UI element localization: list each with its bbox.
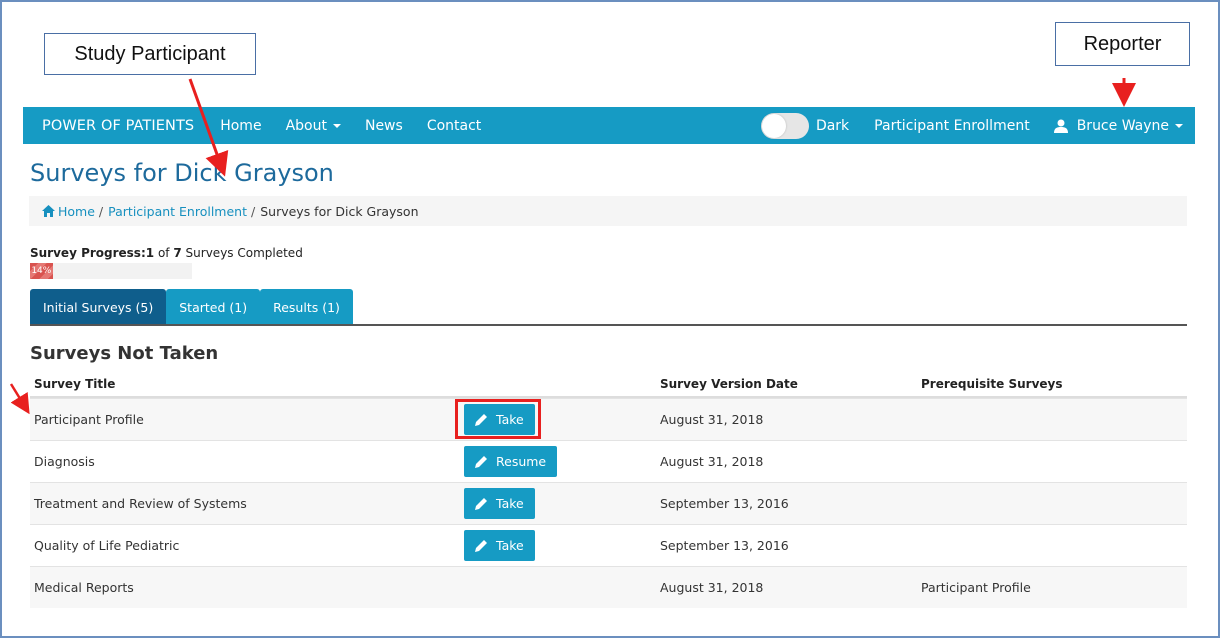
progress-suffix: Surveys Completed: [185, 246, 303, 260]
action-cell: Take: [460, 488, 656, 519]
top-navbar: POWER OF PATIENTS Home About News Contac…: [23, 107, 1195, 144]
take-button[interactable]: Take: [464, 488, 535, 519]
survey-prerequisites[interactable]: Participant Profile: [917, 580, 1187, 595]
caret-down-icon: [1175, 123, 1183, 128]
user-name: Bruce Wayne: [1076, 117, 1169, 134]
brand-link[interactable]: POWER OF PATIENTS: [23, 118, 194, 134]
progress-of: of: [157, 246, 170, 260]
table-row: Participant Profile Take August 31, 2018: [30, 398, 1187, 440]
header-survey-title: Survey Title: [34, 377, 116, 391]
user-icon: [1053, 119, 1068, 133]
survey-title: Diagnosis: [34, 454, 95, 469]
toggle-knob: [761, 113, 786, 138]
action-cell: Take: [460, 530, 656, 561]
dark-mode-toggle[interactable]: [760, 112, 809, 139]
survey-title: Participant Profile: [34, 412, 144, 427]
breadcrumb-enrollment[interactable]: Participant Enrollment: [108, 204, 247, 219]
caret-down-icon: [332, 123, 341, 128]
reporter-callout: Reporter: [1055, 22, 1190, 66]
survey-version-date: September 13, 2016: [660, 496, 789, 511]
action-cell: Resume: [460, 446, 656, 477]
survey-progress-label: Survey Progress:1 of 7 Surveys Completed: [30, 246, 303, 260]
table-row: Diagnosis Resume August 31, 2018: [30, 440, 1187, 482]
user-menu[interactable]: Bruce Wayne: [1053, 117, 1183, 134]
table-row: Treatment and Review of Systems Take Sep…: [30, 482, 1187, 524]
nav-about-dropdown[interactable]: About: [286, 118, 341, 134]
survey-progress-bar: 14%: [30, 263, 192, 279]
section-title: Surveys Not Taken: [30, 343, 219, 364]
take-highlight-box: [455, 399, 541, 439]
take-button[interactable]: Take: [464, 530, 535, 561]
survey-title: Quality of Life Pediatric: [34, 538, 180, 553]
resume-button-label: Resume: [496, 454, 547, 469]
pencil-icon: [475, 540, 487, 552]
progress-total: 7: [173, 246, 182, 260]
breadcrumb-home[interactable]: Home: [58, 204, 95, 219]
tab-divider: [30, 324, 1187, 326]
nav-news[interactable]: News: [365, 118, 403, 134]
home-icon[interactable]: [42, 205, 55, 217]
take-button-label: Take: [496, 496, 524, 511]
survey-title: Medical Reports: [34, 580, 134, 595]
dark-mode-label: Dark: [815, 117, 850, 134]
survey-version-date: September 13, 2016: [660, 538, 789, 553]
breadcrumb-separator: /: [251, 203, 256, 219]
nav-contact[interactable]: Contact: [427, 118, 481, 134]
navbar-right: Dark Participant Enrollment Bruce Wayne: [760, 107, 1195, 144]
header-prerequisites: Prerequisite Surveys: [921, 377, 1063, 391]
take-button-label: Take: [496, 538, 524, 553]
tab-results[interactable]: Results (1): [260, 289, 353, 325]
resume-button[interactable]: Resume: [464, 446, 558, 477]
header-version-date: Survey Version Date: [660, 377, 798, 391]
survey-tabs: Initial Surveys (5) Started (1) Results …: [30, 289, 353, 325]
survey-version-date: August 31, 2018: [660, 412, 764, 427]
table-header: Survey Title Survey Version Date Prerequ…: [30, 372, 1187, 398]
pencil-icon: [475, 456, 487, 468]
breadcrumb: Home / Participant Enrollment / Surveys …: [29, 196, 1187, 226]
survey-title: Treatment and Review of Systems: [34, 496, 247, 511]
study-participant-callout: Study Participant: [44, 33, 256, 75]
tab-started[interactable]: Started (1): [166, 289, 261, 325]
nav-about-label: About: [285, 117, 327, 134]
progress-completed: 1: [145, 246, 155, 260]
nav-participant-enrollment[interactable]: Participant Enrollment: [874, 118, 1030, 134]
page-title: Surveys for Dick Grayson: [30, 159, 334, 187]
surveys-table: Survey Title Survey Version Date Prerequ…: [30, 372, 1187, 608]
nav-home[interactable]: Home: [220, 118, 261, 134]
survey-version-date: August 31, 2018: [660, 454, 764, 469]
table-row: Quality of Life Pediatric Take September…: [30, 524, 1187, 566]
breadcrumb-separator: /: [98, 203, 104, 219]
breadcrumb-current: Surveys for Dick Grayson: [260, 203, 419, 219]
survey-version-date: August 31, 2018: [660, 580, 764, 595]
pencil-icon: [475, 498, 487, 510]
table-row: Medical Reports August 31, 2018 Particip…: [30, 566, 1187, 608]
progress-title: Survey Progress:: [30, 246, 146, 260]
tab-initial-surveys[interactable]: Initial Surveys (5): [30, 289, 167, 325]
progress-fill: 14%: [30, 263, 53, 279]
